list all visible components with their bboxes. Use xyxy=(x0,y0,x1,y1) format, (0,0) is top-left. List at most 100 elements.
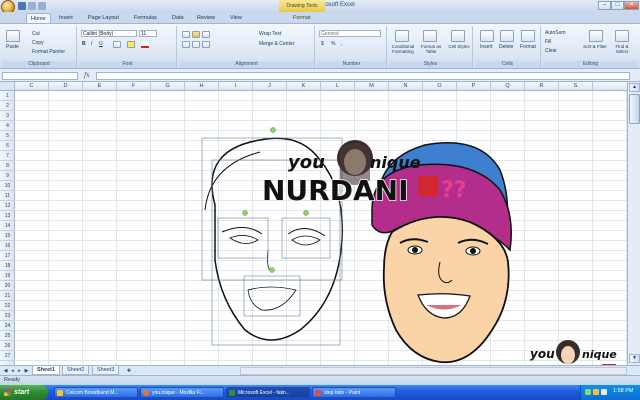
bold-button[interactable]: B xyxy=(82,41,86,47)
tab-format[interactable]: Format xyxy=(289,13,314,23)
fill-color-icon[interactable] xyxy=(127,41,135,48)
row-header[interactable]: 15 xyxy=(0,231,15,241)
next-sheet-icon[interactable]: ▸ xyxy=(16,367,23,375)
conditional-formatting-button[interactable]: Conditional Formatting xyxy=(389,44,417,54)
maximize-button[interactable]: □ xyxy=(611,1,624,10)
align-top-icon[interactable] xyxy=(182,31,190,38)
clear-button[interactable]: Clear xyxy=(545,48,557,54)
insert-cells-icon[interactable] xyxy=(480,30,494,42)
row-header[interactable]: 12 xyxy=(0,201,15,211)
name-box[interactable] xyxy=(2,72,78,80)
align-right-icon[interactable] xyxy=(202,41,210,48)
scroll-up-icon[interactable]: ▲ xyxy=(629,83,640,92)
delete-cells-icon[interactable] xyxy=(500,30,514,42)
column-header[interactable]: M xyxy=(355,82,389,91)
row-header[interactable]: 1 xyxy=(0,91,15,101)
sheet-tab-sheet1[interactable]: Sheet1 xyxy=(32,366,61,375)
font-name-select[interactable]: Calibri (Body) xyxy=(81,30,137,37)
row-header[interactable]: 13 xyxy=(0,211,15,221)
row-header[interactable]: 8 xyxy=(0,161,15,171)
autosum-button[interactable]: AutoSum xyxy=(545,30,566,36)
tab-insert[interactable]: Insert xyxy=(55,13,77,23)
percent-button[interactable]: % xyxy=(331,41,335,47)
worksheet-grid[interactable] xyxy=(15,91,627,365)
select-all-corner[interactable] xyxy=(0,82,15,91)
taskbar-item-excel[interactable]: Microsoft Excel - fatin... xyxy=(226,387,310,398)
taskbar-item-celcom[interactable]: Celcom Broadband M... xyxy=(54,387,138,398)
format-table-icon[interactable] xyxy=(423,30,437,42)
row-header[interactable]: 6 xyxy=(0,141,15,151)
row-header[interactable]: 5 xyxy=(0,131,15,141)
currency-button[interactable]: $ xyxy=(321,41,324,47)
row-header[interactable]: 3 xyxy=(0,111,15,121)
row-header[interactable]: 11 xyxy=(0,191,15,201)
format-cells-icon[interactable] xyxy=(521,30,535,42)
column-header[interactable]: P xyxy=(457,82,491,91)
align-left-icon[interactable] xyxy=(182,41,190,48)
copy-button[interactable]: Copy xyxy=(32,40,44,46)
row-header[interactable]: 24 xyxy=(0,321,15,331)
formula-input[interactable] xyxy=(96,72,630,80)
font-size-select[interactable]: 11 xyxy=(139,30,157,37)
comma-button[interactable]: , xyxy=(341,41,342,47)
prev-sheet-icon[interactable]: ◂ xyxy=(9,367,16,375)
horizontal-scrollbar[interactable] xyxy=(240,367,627,375)
align-center-icon[interactable] xyxy=(192,41,200,48)
font-color-icon[interactable] xyxy=(141,41,149,48)
borders-icon[interactable] xyxy=(113,41,121,48)
row-header[interactable]: 4 xyxy=(0,121,15,131)
row-header[interactable]: 17 xyxy=(0,251,15,261)
column-header[interactable]: R xyxy=(525,82,559,91)
column-header[interactable]: E xyxy=(83,82,117,91)
row-header[interactable]: 19 xyxy=(0,271,15,281)
align-middle-icon[interactable] xyxy=(192,31,200,38)
paste-icon[interactable] xyxy=(6,30,20,42)
find-select-button[interactable]: Find & Select xyxy=(609,44,635,54)
scroll-down-icon[interactable]: ▼ xyxy=(629,354,640,363)
scroll-thumb[interactable] xyxy=(629,94,640,124)
cell-styles-button[interactable]: Cell Styles xyxy=(447,44,471,49)
tab-review[interactable]: Review xyxy=(193,13,219,23)
row-header[interactable]: 20 xyxy=(0,281,15,291)
cut-button[interactable]: Cut xyxy=(32,31,40,37)
row-header[interactable]: 7 xyxy=(0,151,15,161)
find-select-icon[interactable] xyxy=(615,30,629,42)
sheet-tab-sheet3[interactable]: Sheet3 xyxy=(92,366,120,375)
merge-center-button[interactable]: Merge & Center xyxy=(259,41,294,47)
column-header[interactable]: L xyxy=(321,82,355,91)
underline-button[interactable]: U xyxy=(99,41,103,47)
first-sheet-icon[interactable]: ◀ xyxy=(2,367,9,375)
fill-button[interactable]: Fill xyxy=(545,39,551,45)
taskbar-item-paint[interactable]: step fatin - Paint xyxy=(312,387,396,398)
sort-filter-icon[interactable] xyxy=(589,30,603,42)
italic-button[interactable]: I xyxy=(91,41,92,47)
sort-filter-button[interactable]: Sort & Filter xyxy=(583,44,607,49)
row-header[interactable]: 9 xyxy=(0,171,15,181)
align-bottom-icon[interactable] xyxy=(202,31,210,38)
row-header[interactable]: 22 xyxy=(0,301,15,311)
conditional-formatting-icon[interactable] xyxy=(395,30,409,42)
column-header[interactable]: C xyxy=(15,82,49,91)
start-button[interactable]: start xyxy=(0,385,48,400)
insert-cells-button[interactable]: Insert xyxy=(480,44,493,50)
row-header[interactable]: 27 xyxy=(0,351,15,361)
column-header[interactable]: N xyxy=(389,82,423,91)
close-button[interactable]: ✕ xyxy=(624,1,639,10)
tab-view[interactable]: View xyxy=(226,13,246,23)
paste-label[interactable]: Paste xyxy=(6,44,19,50)
column-header[interactable]: H xyxy=(185,82,219,91)
volume-icon[interactable] xyxy=(593,389,599,395)
network-icon[interactable] xyxy=(585,389,591,395)
row-header[interactable]: 16 xyxy=(0,241,15,251)
number-format-select[interactable]: General xyxy=(319,30,381,37)
row-header[interactable]: 26 xyxy=(0,341,15,351)
vertical-scrollbar[interactable]: ▲ ▼ xyxy=(627,82,640,365)
row-header[interactable]: 21 xyxy=(0,291,15,301)
insert-sheet-icon[interactable]: ✚ xyxy=(124,367,134,375)
security-icon[interactable] xyxy=(601,389,607,395)
wrap-text-button[interactable]: Wrap Text xyxy=(259,31,281,37)
row-header[interactable]: 2 xyxy=(0,101,15,111)
row-header[interactable]: 25 xyxy=(0,331,15,341)
tab-page-layout[interactable]: Page Layout xyxy=(84,13,123,23)
column-header[interactable]: S xyxy=(559,82,593,91)
